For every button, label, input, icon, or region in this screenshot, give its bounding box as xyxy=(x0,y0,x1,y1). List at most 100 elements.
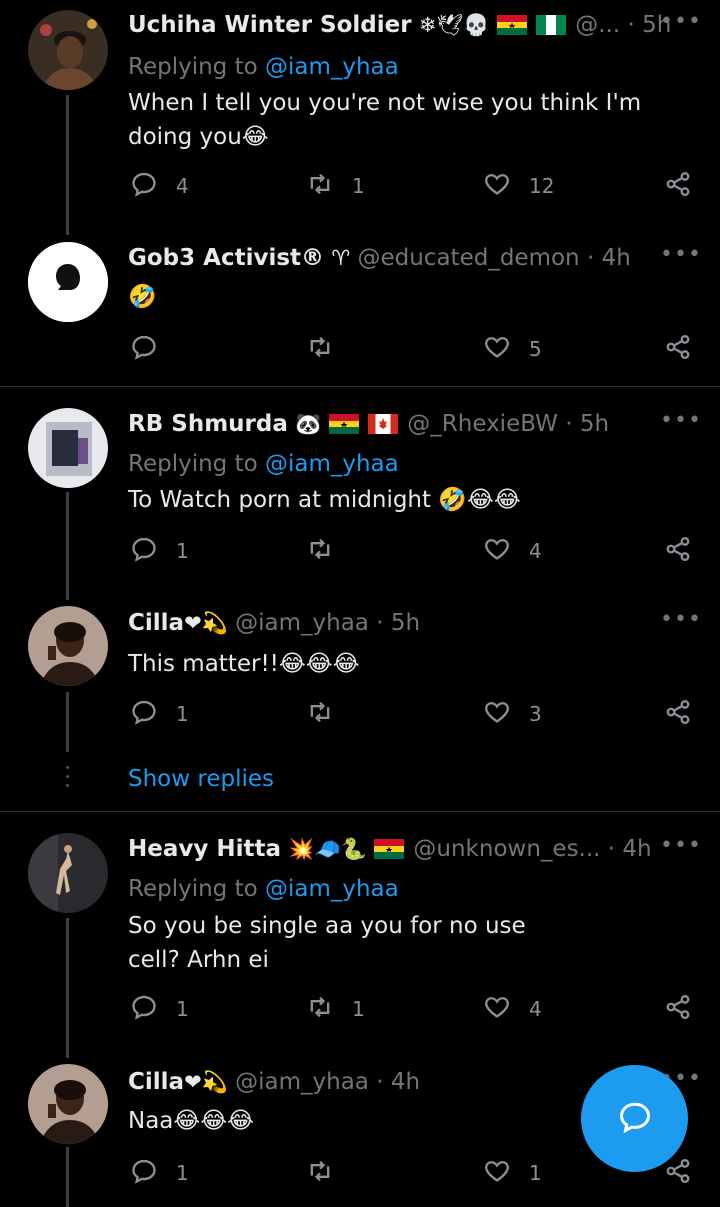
more-options-icon[interactable]: ••• xyxy=(660,8,701,42)
compose-reply-button[interactable] xyxy=(581,1065,688,1172)
retweet-button[interactable]: 1 xyxy=(306,993,365,1025)
canada-flag-icon xyxy=(367,411,400,437)
tweet-actions: 1 4 xyxy=(128,535,692,567)
timestamp: 5h xyxy=(390,610,421,636)
replying-to-label: Replying to xyxy=(128,451,258,477)
divider xyxy=(0,386,720,387)
share-button[interactable] xyxy=(664,1157,692,1189)
display-name[interactable]: Gob3 Activist® xyxy=(128,245,324,271)
share-button[interactable] xyxy=(664,698,692,730)
share-icon xyxy=(664,993,692,1026)
avatar[interactable] xyxy=(28,1064,108,1144)
avatar[interactable] xyxy=(28,408,108,488)
reply-count: 4 xyxy=(176,174,189,198)
mention-link[interactable]: @iam_yhaa xyxy=(265,876,399,902)
tweet[interactable]: RB Shmurda 🐼 @_RhexieBW · 5h ••• Replyin… xyxy=(0,398,720,588)
more-options-icon[interactable]: ••• xyxy=(660,241,701,275)
retweet-button[interactable] xyxy=(306,1157,352,1189)
avatar[interactable] xyxy=(28,242,108,322)
tweet-header: Gob3 Activist® ♈ @educated_demon · 4h xyxy=(128,241,690,275)
handle[interactable]: @_RhexieBW xyxy=(407,411,558,437)
handle[interactable]: @unknown_es... xyxy=(413,836,600,862)
like-button[interactable]: 4 xyxy=(483,535,542,567)
display-name[interactable]: Cilla xyxy=(128,1069,184,1095)
tweet-text: So you be single aa you for no use cell?… xyxy=(128,913,526,973)
reply-button[interactable]: 4 xyxy=(130,170,189,202)
reply-button[interactable]: 1 xyxy=(130,698,189,730)
replying-to: Replying to @iam_yhaa xyxy=(128,873,399,905)
reply-button[interactable]: 1 xyxy=(130,993,189,1025)
nigeria-flag-icon xyxy=(535,12,568,38)
replying-to: Replying to @iam_yhaa xyxy=(128,51,399,83)
name-emoji: 🐼 xyxy=(295,412,322,436)
avatar[interactable] xyxy=(28,833,108,913)
display-name[interactable]: Heavy Hitta xyxy=(128,836,281,862)
tweet-actions: 1 1 4 xyxy=(128,993,692,1025)
like-count: 1 xyxy=(529,1161,542,1185)
like-button[interactable]: 1 xyxy=(483,1157,542,1189)
tweet-header: Uchiha Winter Soldier ❄🕊💀 @... · 5h xyxy=(128,8,690,42)
heart-icon xyxy=(483,170,511,203)
like-button[interactable]: 3 xyxy=(483,698,542,730)
like-button[interactable]: 5 xyxy=(483,333,542,365)
tweet[interactable]: Gob3 Activist® ♈ @educated_demon · 4h ••… xyxy=(0,232,720,382)
more-options-icon[interactable]: ••• xyxy=(660,407,701,441)
more-options-icon[interactable]: ••• xyxy=(660,606,701,640)
handle[interactable]: @... xyxy=(575,12,620,38)
speech-bubble-icon xyxy=(130,993,158,1026)
retweet-button[interactable] xyxy=(306,698,352,730)
retweet-button[interactable]: 1 xyxy=(306,170,365,202)
name-emoji: ❄🕊💀 xyxy=(418,13,490,37)
separator: · xyxy=(565,411,580,437)
handle[interactable]: @iam_yhaa xyxy=(235,1069,369,1095)
replying-to-label: Replying to xyxy=(128,54,258,80)
like-button[interactable]: 4 xyxy=(483,993,542,1025)
reply-button[interactable]: 1 xyxy=(130,1157,189,1189)
retweet-button[interactable] xyxy=(306,535,352,567)
compose-reply-icon xyxy=(617,1099,653,1139)
tweet[interactable]: Heavy Hitta 💥🧢🐍 @unknown_es... · 4h ••• … xyxy=(0,823,720,1048)
tweet-actions: 4 1 12 xyxy=(128,170,692,202)
avatar[interactable] xyxy=(28,10,108,90)
mention-link[interactable]: @iam_yhaa xyxy=(265,54,399,80)
share-button[interactable] xyxy=(664,535,692,567)
show-replies-link[interactable]: Show replies xyxy=(128,766,274,792)
share-button[interactable] xyxy=(664,170,692,202)
avatar[interactable] xyxy=(28,606,108,686)
name-emoji: ♈ xyxy=(331,246,351,270)
divider xyxy=(0,811,720,812)
tweet[interactable]: Uchiha Winter Soldier ❄🕊💀 @... · 5h ••• … xyxy=(0,0,720,230)
tweet-text: When I tell you you're not wise you thin… xyxy=(128,90,642,150)
heart-icon xyxy=(483,535,511,568)
reply-count: 1 xyxy=(176,1161,189,1185)
mention-link[interactable]: @iam_yhaa xyxy=(265,451,399,477)
like-count: 12 xyxy=(529,174,555,198)
tweet-header: RB Shmurda 🐼 @_RhexieBW · 5h xyxy=(128,407,690,441)
handle[interactable]: @educated_demon xyxy=(357,245,579,271)
share-button[interactable] xyxy=(664,333,692,365)
reply-button[interactable] xyxy=(130,333,176,365)
thread-continuation-dots xyxy=(63,766,71,793)
more-options-icon[interactable]: ••• xyxy=(660,832,701,866)
display-name[interactable]: RB Shmurda xyxy=(128,411,288,437)
share-button[interactable] xyxy=(664,993,692,1025)
share-icon xyxy=(664,1157,692,1190)
ghana-flag-icon xyxy=(374,836,406,862)
like-button[interactable]: 12 xyxy=(483,170,554,202)
display-name[interactable]: Uchiha Winter Soldier xyxy=(128,12,412,38)
tweet-actions: 1 3 xyxy=(128,698,692,730)
retweet-icon xyxy=(306,1157,334,1190)
share-icon xyxy=(664,698,692,731)
tweet-text: To Watch porn at midnight 🤣😂😂 xyxy=(128,487,521,513)
handle[interactable]: @iam_yhaa xyxy=(235,610,369,636)
reply-button[interactable]: 1 xyxy=(130,535,189,567)
share-icon xyxy=(664,333,692,366)
retweet-button[interactable] xyxy=(306,333,352,365)
like-count: 4 xyxy=(529,997,542,1021)
replying-to-label: Replying to xyxy=(128,876,258,902)
heart-icon xyxy=(483,1157,511,1190)
display-name[interactable]: Cilla xyxy=(128,610,184,636)
separator: · xyxy=(586,245,602,271)
tweet[interactable]: Cilla❤💫 @iam_yhaa · 5h ••• This matter!!… xyxy=(0,598,720,808)
reply-count: 1 xyxy=(176,997,189,1021)
